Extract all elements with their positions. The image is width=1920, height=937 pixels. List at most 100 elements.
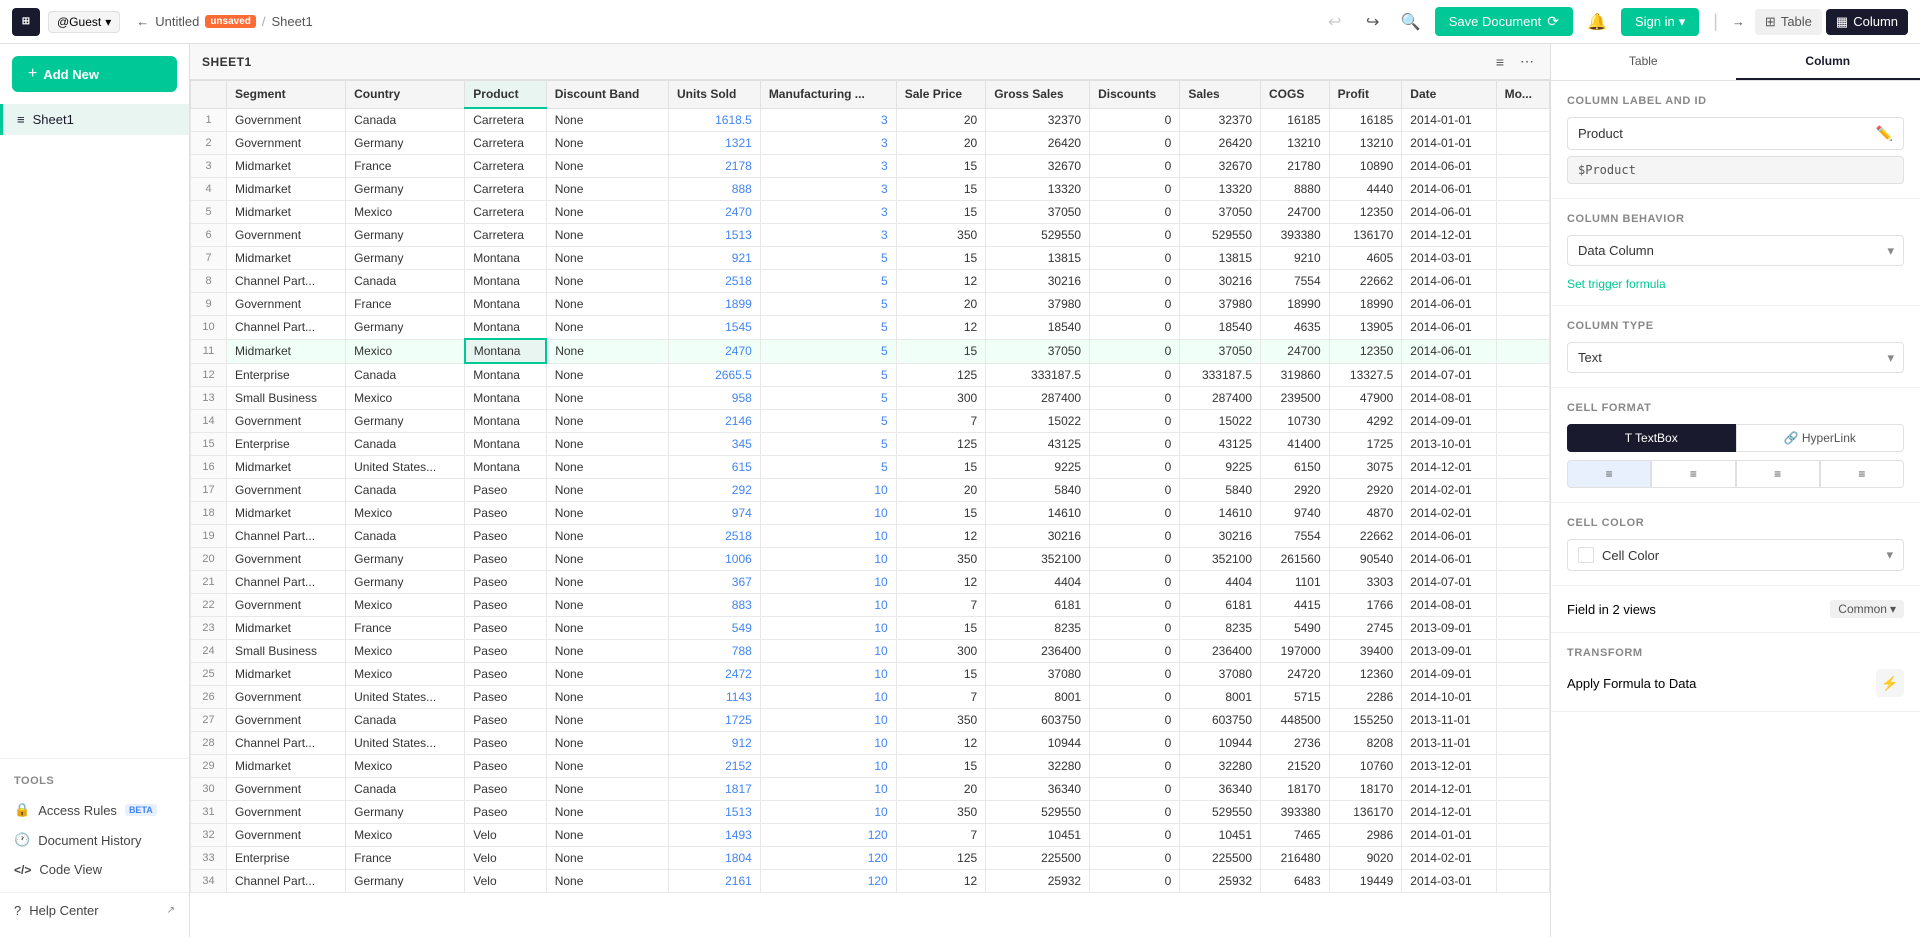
table-cell[interactable]: 32670 bbox=[986, 155, 1090, 178]
table-cell[interactable]: 15022 bbox=[1180, 410, 1261, 433]
table-row[interactable]: 25MidmarketMexicoPaseoNone24721015370800… bbox=[191, 663, 1550, 686]
table-cell[interactable]: 20 bbox=[896, 479, 985, 502]
table-cell[interactable]: None bbox=[546, 847, 668, 870]
table-cell[interactable]: None bbox=[546, 456, 668, 479]
table-cell[interactable]: 4404 bbox=[1180, 571, 1261, 594]
table-cell[interactable]: Germany bbox=[346, 132, 465, 155]
table-cell[interactable]: 2013-11-01 bbox=[1402, 709, 1496, 732]
table-cell[interactable]: 529550 bbox=[1180, 224, 1261, 247]
table-cell[interactable]: 13320 bbox=[1180, 178, 1261, 201]
table-cell[interactable]: Germany bbox=[346, 801, 465, 824]
table-cell[interactable]: 3 bbox=[760, 155, 896, 178]
table-cell[interactable]: 37050 bbox=[1180, 339, 1261, 363]
table-cell[interactable]: Government bbox=[227, 709, 346, 732]
table-cell[interactable]: 10 bbox=[760, 709, 896, 732]
table-cell[interactable]: 261560 bbox=[1261, 548, 1330, 571]
table-cell[interactable]: Carretera bbox=[465, 201, 546, 224]
table-cell[interactable]: 10 bbox=[760, 571, 896, 594]
align-left-button[interactable]: ≡ bbox=[1567, 460, 1651, 488]
table-row[interactable]: 8Channel Part...CanadaMontanaNone2518512… bbox=[191, 270, 1550, 293]
table-cell[interactable]: Midmarket bbox=[227, 755, 346, 778]
table-cell[interactable]: Paseo bbox=[465, 502, 546, 525]
table-cell[interactable]: 10890 bbox=[1329, 155, 1402, 178]
table-cell[interactable]: 125 bbox=[896, 847, 985, 870]
table-cell[interactable]: France bbox=[346, 847, 465, 870]
table-cell[interactable]: 350 bbox=[896, 548, 985, 571]
table-cell[interactable]: 3 bbox=[760, 108, 896, 132]
table-cell[interactable]: Paseo bbox=[465, 548, 546, 571]
table-cell[interactable]: 24700 bbox=[1261, 339, 1330, 363]
table-cell[interactable]: 0 bbox=[1090, 410, 1180, 433]
table-cell[interactable] bbox=[1496, 870, 1549, 893]
table-cell[interactable]: Enterprise bbox=[227, 433, 346, 456]
table-cell[interactable]: 120 bbox=[760, 824, 896, 847]
table-cell[interactable]: Canada bbox=[346, 270, 465, 293]
table-cell[interactable]: 36340 bbox=[1180, 778, 1261, 801]
table-cell[interactable]: 4605 bbox=[1329, 247, 1402, 270]
table-cell[interactable]: 10451 bbox=[986, 824, 1090, 847]
table-cell[interactable]: 2745 bbox=[1329, 617, 1402, 640]
table-cell[interactable]: 2014-01-01 bbox=[1402, 108, 1496, 132]
table-cell[interactable]: France bbox=[346, 293, 465, 316]
table-cell[interactable]: None bbox=[546, 108, 668, 132]
table-cell[interactable]: Montana bbox=[465, 363, 546, 387]
table-cell[interactable]: Paseo bbox=[465, 778, 546, 801]
table-cell[interactable]: 8001 bbox=[1180, 686, 1261, 709]
table-cell[interactable]: 2518 bbox=[668, 270, 760, 293]
edit-icon[interactable]: ✏️ bbox=[1876, 125, 1893, 142]
table-cell[interactable]: 0 bbox=[1090, 363, 1180, 387]
table-cell[interactable]: 3 bbox=[760, 132, 896, 155]
table-cell[interactable]: 350 bbox=[896, 801, 985, 824]
table-cell[interactable]: 2014-06-01 bbox=[1402, 316, 1496, 340]
table-cell[interactable]: None bbox=[546, 132, 668, 155]
table-cell[interactable]: Paseo bbox=[465, 709, 546, 732]
table-cell[interactable]: 2014-03-01 bbox=[1402, 247, 1496, 270]
table-cell[interactable]: 30216 bbox=[1180, 525, 1261, 548]
table-cell[interactable]: 14610 bbox=[986, 502, 1090, 525]
table-cell[interactable]: 287400 bbox=[986, 387, 1090, 410]
table-view-button[interactable]: ⊞ Table bbox=[1755, 9, 1822, 35]
table-cell[interactable]: Germany bbox=[346, 247, 465, 270]
table-cell[interactable]: Government bbox=[227, 824, 346, 847]
table-cell[interactable]: Paseo bbox=[465, 640, 546, 663]
table-cell[interactable]: Enterprise bbox=[227, 363, 346, 387]
table-row[interactable]: 5MidmarketMexicoCarreteraNone24703153705… bbox=[191, 201, 1550, 224]
table-cell[interactable]: 5 bbox=[760, 339, 896, 363]
table-cell[interactable]: Mexico bbox=[346, 640, 465, 663]
table-cell[interactable]: Montana bbox=[465, 339, 546, 363]
table-row[interactable]: 26GovernmentUnited States...PaseoNone114… bbox=[191, 686, 1550, 709]
table-cell[interactable]: 0 bbox=[1090, 548, 1180, 571]
table-cell[interactable]: 12 bbox=[896, 270, 985, 293]
table-cell[interactable]: 15 bbox=[896, 155, 985, 178]
table-cell[interactable] bbox=[1496, 132, 1549, 155]
table-cell[interactable]: 6181 bbox=[986, 594, 1090, 617]
undo-button[interactable]: ↩ bbox=[1321, 8, 1349, 36]
table-cell[interactable]: 0 bbox=[1090, 801, 1180, 824]
table-cell[interactable]: 7465 bbox=[1261, 824, 1330, 847]
table-cell[interactable]: 20 bbox=[896, 778, 985, 801]
table-cell[interactable]: 225500 bbox=[986, 847, 1090, 870]
table-cell[interactable]: Montana bbox=[465, 270, 546, 293]
table-cell[interactable]: Canada bbox=[346, 433, 465, 456]
table-cell[interactable]: 2518 bbox=[668, 525, 760, 548]
table-cell[interactable]: 2013-12-01 bbox=[1402, 755, 1496, 778]
table-cell[interactable]: 0 bbox=[1090, 224, 1180, 247]
table-cell[interactable]: 788 bbox=[668, 640, 760, 663]
table-cell[interactable]: Mexico bbox=[346, 755, 465, 778]
col-header-sale-price[interactable]: Sale Price bbox=[896, 81, 985, 109]
table-row[interactable]: 12EnterpriseCanadaMontanaNone2665.551253… bbox=[191, 363, 1550, 387]
table-cell[interactable]: Montana bbox=[465, 433, 546, 456]
table-cell[interactable]: 9225 bbox=[1180, 456, 1261, 479]
table-cell[interactable]: 12 bbox=[896, 316, 985, 340]
table-cell[interactable]: 2014-08-01 bbox=[1402, 594, 1496, 617]
tab-table[interactable]: Table bbox=[1551, 44, 1736, 80]
table-cell[interactable]: 22662 bbox=[1329, 270, 1402, 293]
search-button[interactable]: 🔍 bbox=[1397, 8, 1425, 36]
save-document-button[interactable]: Save Document ⟳ bbox=[1435, 7, 1573, 36]
table-cell[interactable]: 19449 bbox=[1329, 870, 1402, 893]
table-cell[interactable]: 2146 bbox=[668, 410, 760, 433]
table-cell[interactable]: 300 bbox=[896, 387, 985, 410]
table-cell[interactable]: 2014-06-01 bbox=[1402, 548, 1496, 571]
table-row[interactable]: 4MidmarketGermanyCarreteraNone8883151332… bbox=[191, 178, 1550, 201]
table-cell[interactable]: None bbox=[546, 363, 668, 387]
